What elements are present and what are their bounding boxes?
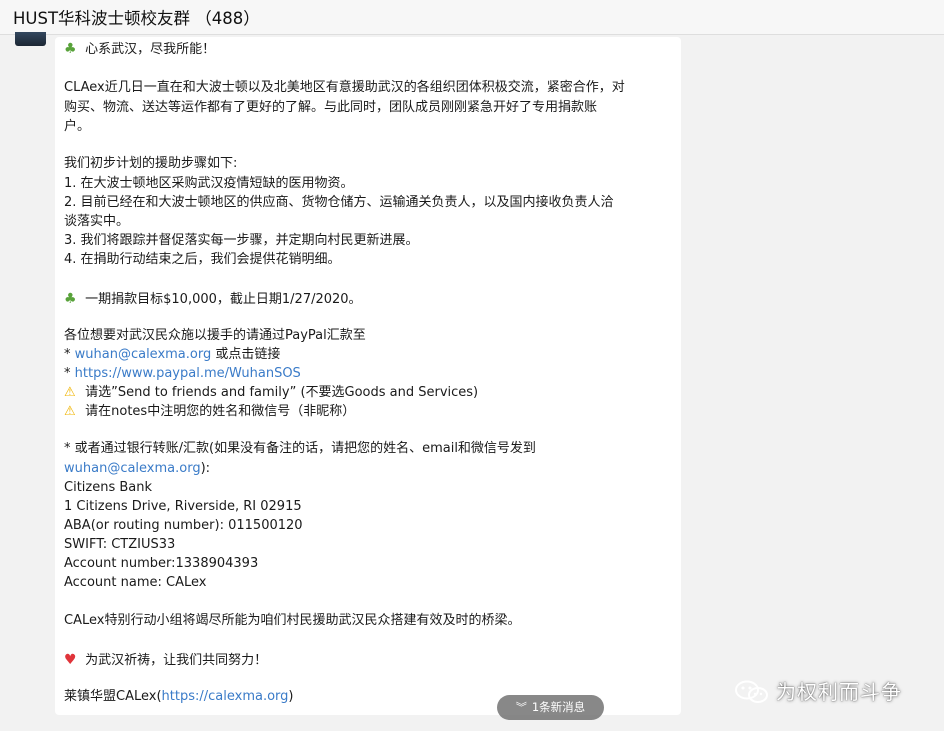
account-number: Account number:1338904393 bbox=[64, 556, 259, 571]
greeting-text: 心系武汉，尽我所能！ bbox=[85, 42, 216, 57]
bank-email-suffix: ): bbox=[200, 461, 211, 476]
signature-line: 莱镇华盟CALex(https://calexma.org) bbox=[64, 688, 293, 706]
red-heart-icon: ♥ bbox=[64, 652, 77, 668]
warning-line-2: ⚠ 请在notes中注明您的姓名和微信号（非昵称） bbox=[64, 403, 355, 421]
goal-text: 一期捐款目标$10,000，截止日期1/27/2020。 bbox=[85, 292, 362, 307]
signature-text: 莱镇华盟CALex bbox=[64, 689, 157, 704]
bullet: * bbox=[64, 347, 71, 362]
aba-number: ABA(or routing number): 011500120 bbox=[64, 518, 303, 533]
message-bubble[interactable]: ♣ 心系武汉，尽我所能！ CLAex近几日一直在和大波士顿以及北美地区有意援助武… bbox=[55, 37, 681, 715]
double-chevron-down-icon: ︾ bbox=[515, 701, 527, 714]
new-messages-label: 1条新消息 bbox=[531, 700, 586, 714]
account-name: Account name: CALex bbox=[64, 575, 207, 590]
signature-link[interactable]: https://calexma.org bbox=[162, 689, 289, 704]
warning-icon: ⚠ bbox=[64, 404, 76, 419]
step-2a: 2. 目前已经在和大波士顿地区的供应商、货物仓储方、运输通关负责人，以及国内接收… bbox=[64, 195, 614, 210]
watermark-text: 为权利而斗争 bbox=[776, 680, 902, 704]
prayer-line: ♥ 为武汉祈祷，让我们共同努力！ bbox=[64, 651, 267, 670]
four-leaf-clover-icon: ♣ bbox=[64, 41, 77, 57]
step-4: 4. 在捐助行动结束之后，我们会提供花销明细。 bbox=[64, 252, 341, 267]
bank-name: Citizens Bank bbox=[64, 480, 153, 495]
new-messages-button[interactable]: ︾ 1条新消息 bbox=[497, 695, 604, 720]
bank-intro: * 或者通过银行转账/汇款(如果没有备注的话，请把您的姓名、email和微信号发… bbox=[64, 441, 536, 456]
step-3: 3. 我们将跟踪并督促落实每一步骤，并定期向村民更新进展。 bbox=[64, 233, 419, 248]
four-leaf-clover-icon: ♣ bbox=[64, 291, 77, 307]
closing-text: CALex特别行动小组将竭尽所能为咱们村民援助武汉民众搭建有效及时的桥梁。 bbox=[64, 613, 521, 628]
paypal-email-suffix: 或点击链接 bbox=[215, 347, 281, 362]
chat-title[interactable]: HUST华科波士顿校友群 （488） bbox=[13, 5, 260, 29]
prayer-text: 为武汉祈祷，让我们共同努力！ bbox=[85, 653, 268, 668]
steps-title: 我们初步计划的援助步骤如下: bbox=[64, 156, 238, 171]
warning-text-1: 请选”Send to friends and family” (不要选Goods… bbox=[85, 385, 479, 400]
chat-title-bar: HUST华科波士顿校友群 （488） bbox=[0, 0, 944, 35]
goal-line: ♣ 一期捐款目标$10,000，截止日期1/27/2020。 bbox=[64, 290, 362, 309]
paypal-url-link[interactable]: https://www.paypal.me/WuhanSOS bbox=[75, 366, 301, 381]
wechat-official-account-icon bbox=[735, 680, 768, 703]
paypal-email-link[interactable]: wuhan@calexma.org bbox=[75, 347, 212, 362]
intro-line-3: 户。 bbox=[64, 119, 91, 134]
greeting-line: ♣ 心系武汉，尽我所能！ bbox=[64, 40, 215, 59]
paypal-link-line: * https://www.paypal.me/WuhanSOS bbox=[64, 365, 301, 383]
warning-text-2: 请在notes中注明您的姓名和微信号（非昵称） bbox=[85, 404, 356, 419]
swift-code: SWIFT: CTZIUS33 bbox=[64, 537, 176, 552]
bullet: * bbox=[64, 366, 71, 381]
bank-address: 1 Citizens Drive, Riverside, RI 02915 bbox=[64, 499, 302, 514]
step-2b: 谈落实中。 bbox=[64, 214, 130, 229]
warning-icon: ⚠ bbox=[64, 385, 76, 400]
sender-avatar[interactable] bbox=[15, 32, 46, 46]
intro-line-1: CLAex近几日一直在和大波士顿以及北美地区有意援助武汉的各组织团体积极交流，紧… bbox=[64, 80, 625, 95]
signature-close-paren: ) bbox=[288, 689, 294, 704]
step-1: 1. 在大波士顿地区采购武汉疫情短缺的医用物资。 bbox=[64, 176, 354, 191]
intro-line-2: 购买、物流、送达等运作都有了更好的了解。与此同时，团队成员刚刚紧急开好了专用捐款… bbox=[64, 100, 598, 115]
bank-email-link[interactable]: wuhan@calexma.org bbox=[64, 461, 201, 476]
paypal-intro: 各位想要对武汉民众施以援手的请通过PayPal汇款至 bbox=[64, 328, 366, 343]
warning-line-1: ⚠ 请选”Send to friends and family” (不要选Goo… bbox=[64, 384, 478, 402]
paypal-email-line: * wuhan@calexma.org 或点击链接 bbox=[64, 346, 280, 364]
bank-email-line: wuhan@calexma.org): bbox=[64, 460, 210, 478]
